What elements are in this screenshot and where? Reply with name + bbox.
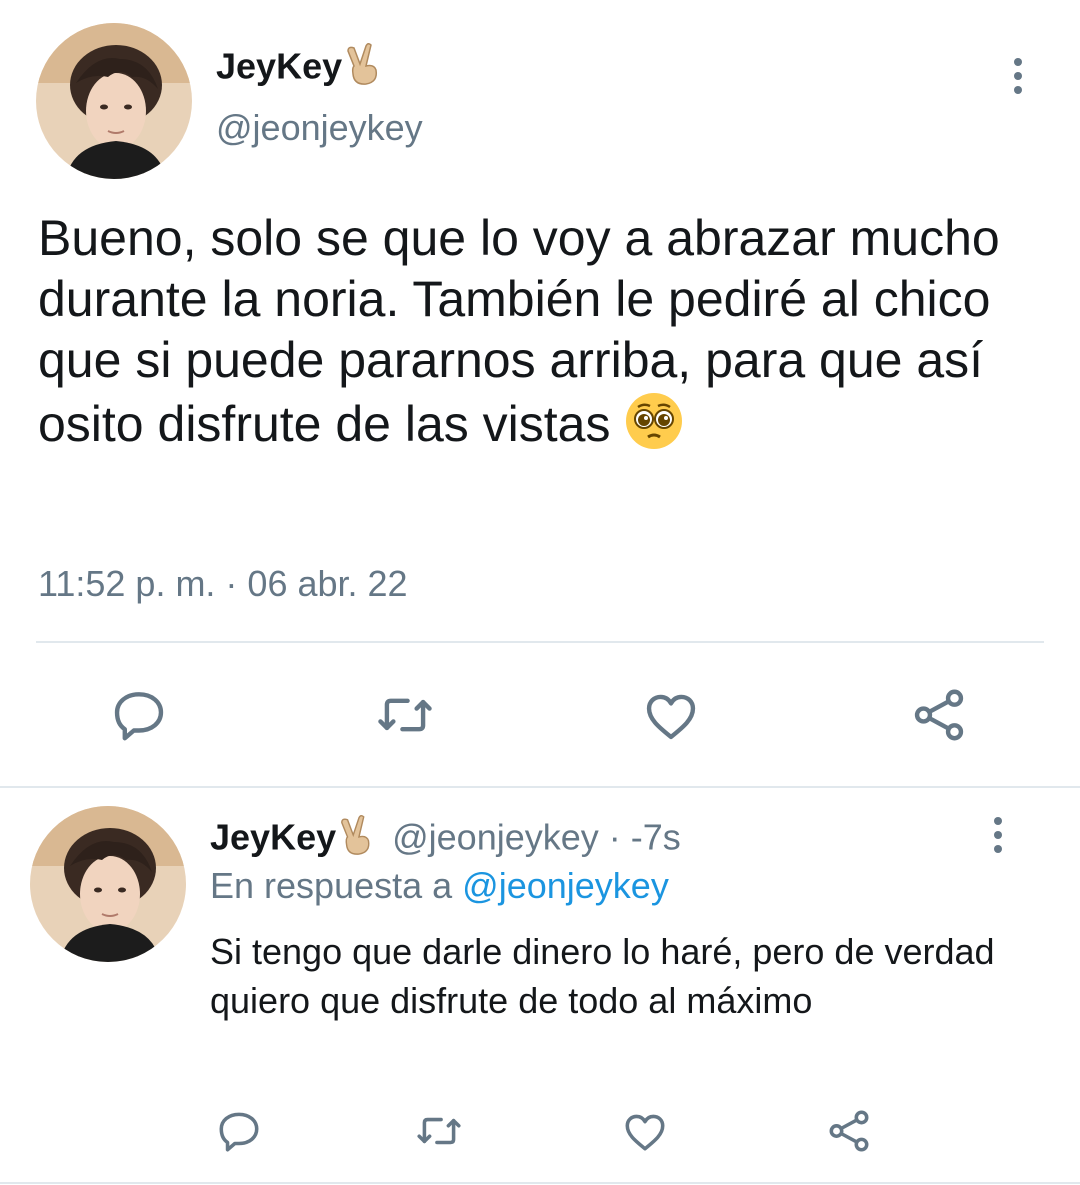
main-display-name[interactable]: JeyKey <box>216 42 386 96</box>
reply-context: En respuesta a @jeonjeykey <box>210 864 669 908</box>
tweet-body: Bueno, solo se que lo voy a abrazar much… <box>38 210 1000 453</box>
reply-prefix: En respuesta a <box>210 865 453 906</box>
pleading-face-emoji-icon <box>624 391 684 465</box>
main-avatar[interactable] <box>36 23 192 179</box>
reply-avatar[interactable] <box>30 806 186 962</box>
main-tweet-text: Bueno, solo se que lo voy a abrazar much… <box>38 208 1018 465</box>
reply-display-name[interactable]: JeyKey <box>210 817 336 858</box>
victory-hand-emoji-icon <box>338 814 378 866</box>
reply-to-link[interactable]: @jeonjeykey <box>462 865 669 906</box>
reply-header: JeyKey @jeonjeykey · -7s <box>210 814 681 866</box>
display-name-text: JeyKey <box>216 45 343 87</box>
main-handle[interactable]: @jeonjeykey <box>216 106 423 150</box>
reply-more-options-icon[interactable] <box>986 815 1010 855</box>
timestamp-divider <box>36 641 1044 643</box>
victory-hand-emoji-icon <box>344 42 386 96</box>
like-icon[interactable] <box>620 1106 670 1156</box>
tweet-separator <box>0 786 1080 788</box>
reply-handle-time[interactable]: @jeonjeykey · -7s <box>392 817 681 858</box>
reply-icon[interactable] <box>108 684 170 746</box>
retweet-icon[interactable] <box>414 1106 464 1156</box>
reply-tweet-text: Si tengo que darle dinero lo haré, pero … <box>210 931 995 1021</box>
retweet-icon[interactable] <box>374 684 436 746</box>
more-options-icon[interactable] <box>1006 56 1030 96</box>
reply-icon[interactable] <box>214 1106 264 1156</box>
main-timestamp[interactable]: 11:52 p. m. · 06 abr. 22 <box>38 562 408 606</box>
bottom-divider <box>0 1182 1080 1184</box>
share-icon[interactable] <box>824 1106 874 1156</box>
share-icon[interactable] <box>908 684 970 746</box>
like-icon[interactable] <box>640 684 702 746</box>
